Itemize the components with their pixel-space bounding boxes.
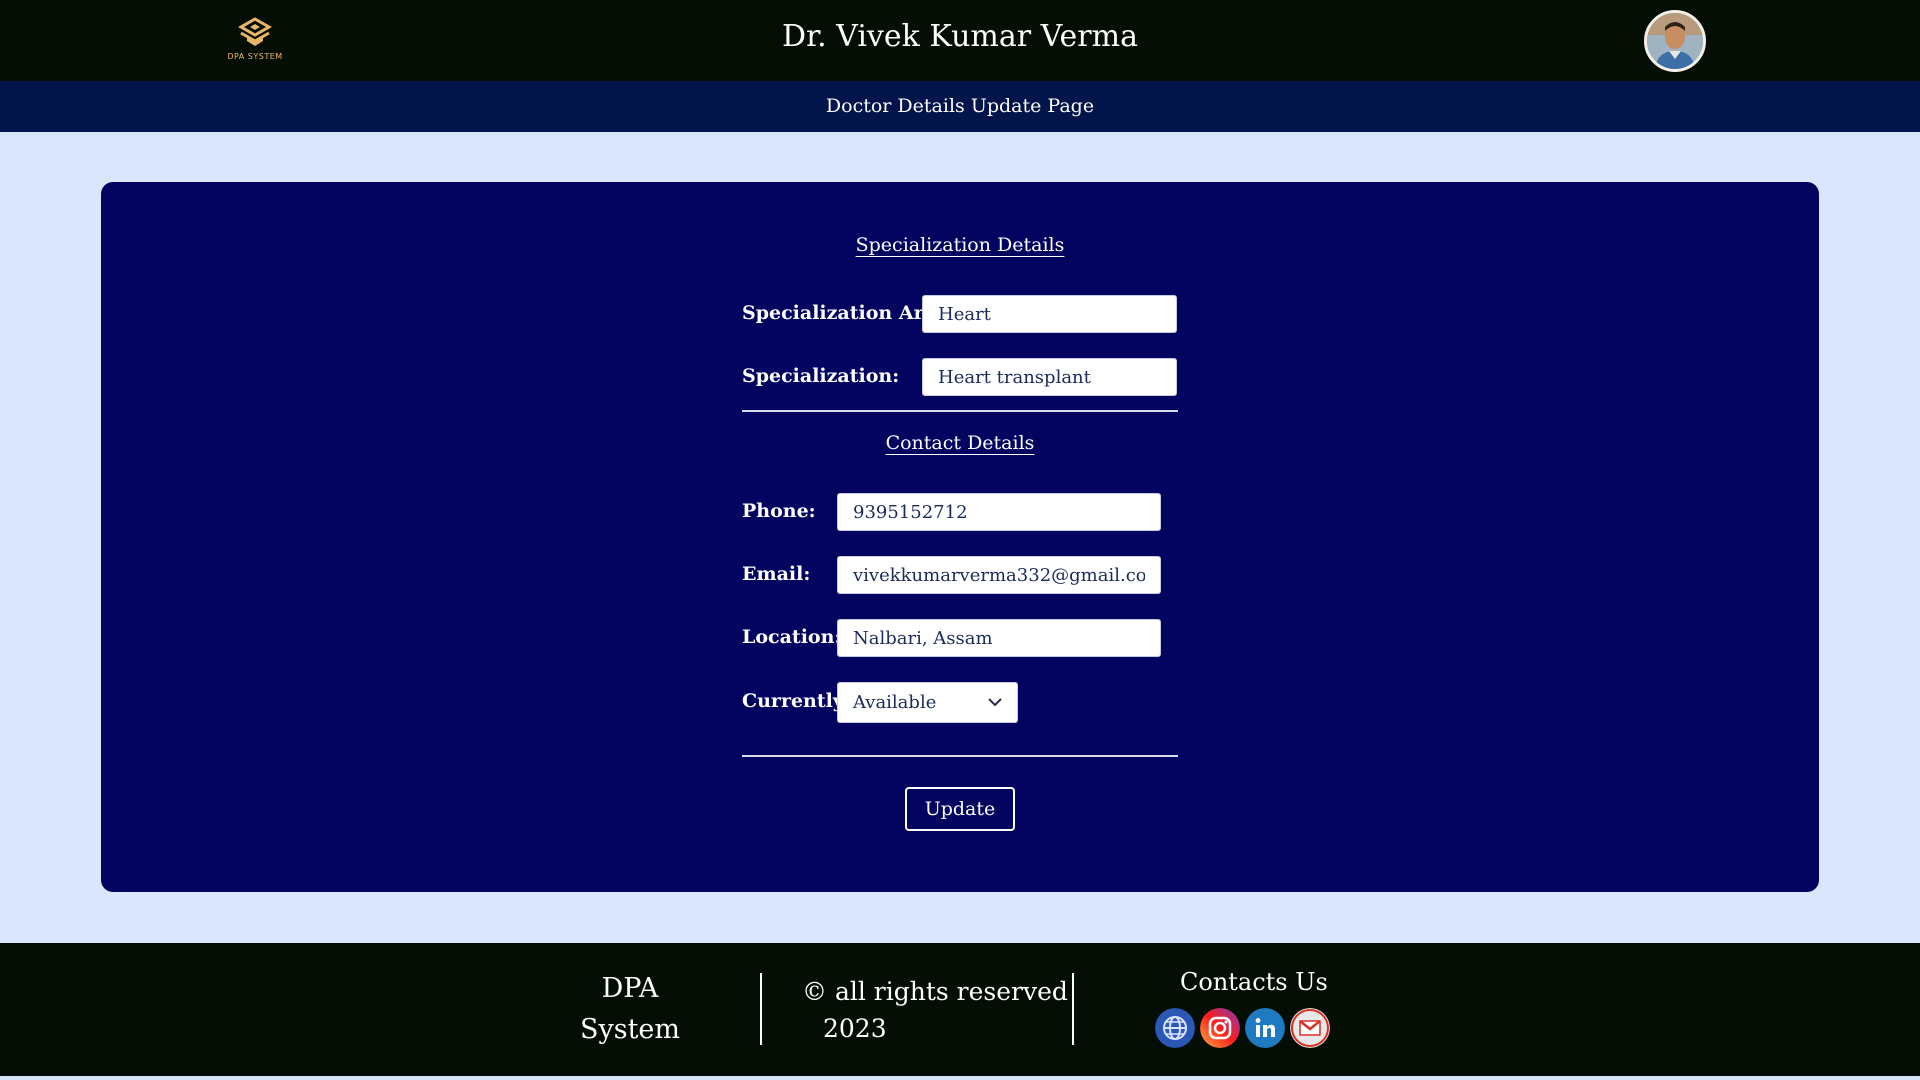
section-divider	[742, 410, 1178, 412]
email-input[interactable]	[837, 556, 1161, 594]
location-label: Location:	[742, 626, 842, 648]
footer-divider	[1072, 973, 1074, 1045]
phone-input[interactable]	[837, 493, 1161, 531]
footer: DPA System © all rights reserved 2023 Co…	[0, 943, 1920, 1076]
email-label: Email:	[742, 563, 811, 585]
availability-select[interactable]: Available	[837, 682, 1018, 723]
page-title-bar: Doctor Details Update Page	[0, 81, 1920, 132]
globe-icon[interactable]	[1155, 1008, 1195, 1048]
update-button[interactable]: Update	[905, 787, 1015, 831]
page-title: Doctor Details Update Page	[825, 95, 1095, 117]
gmail-icon[interactable]	[1290, 1008, 1330, 1048]
phone-label: Phone:	[742, 500, 816, 522]
currently-label: Currently:	[742, 690, 851, 712]
specialization-label: Specialization:	[742, 365, 900, 387]
doctor-name: Dr. Vivek Kumar Verma	[782, 19, 1138, 54]
footer-brand-line2: System	[579, 1014, 681, 1045]
location-input[interactable]	[837, 619, 1161, 657]
footer-brand: DPA System	[570, 968, 690, 1050]
doctor-photo	[1647, 13, 1703, 69]
chevron-down-icon	[988, 698, 1002, 707]
specialization-section-title: Specialization Details	[855, 234, 1065, 256]
top-header: DPA SYSTEM Dr. Vivek Kumar Verma	[0, 0, 1920, 81]
contacts-title: Contacts Us	[1180, 968, 1328, 996]
avatar[interactable]	[1644, 10, 1706, 72]
contact-section-title: Contact Details	[885, 432, 1035, 454]
instagram-icon[interactable]	[1200, 1008, 1240, 1048]
copyright-text: © all rights reserved	[802, 977, 1068, 1006]
footer-copyright: © all rights reserved 2023	[802, 973, 1068, 1047]
form-bottom-divider	[742, 755, 1178, 757]
specialization-input[interactable]	[922, 358, 1177, 396]
footer-brand-line1: DPA	[601, 973, 659, 1004]
doctor-details-form: Specialization Details Specialization Ar…	[101, 182, 1819, 892]
footer-divider	[760, 973, 762, 1045]
copyright-year: 2023	[823, 1014, 887, 1043]
availability-select-value: Available	[853, 692, 937, 713]
specialization-area-input[interactable]	[922, 295, 1177, 333]
linkedin-icon[interactable]	[1245, 1008, 1285, 1048]
